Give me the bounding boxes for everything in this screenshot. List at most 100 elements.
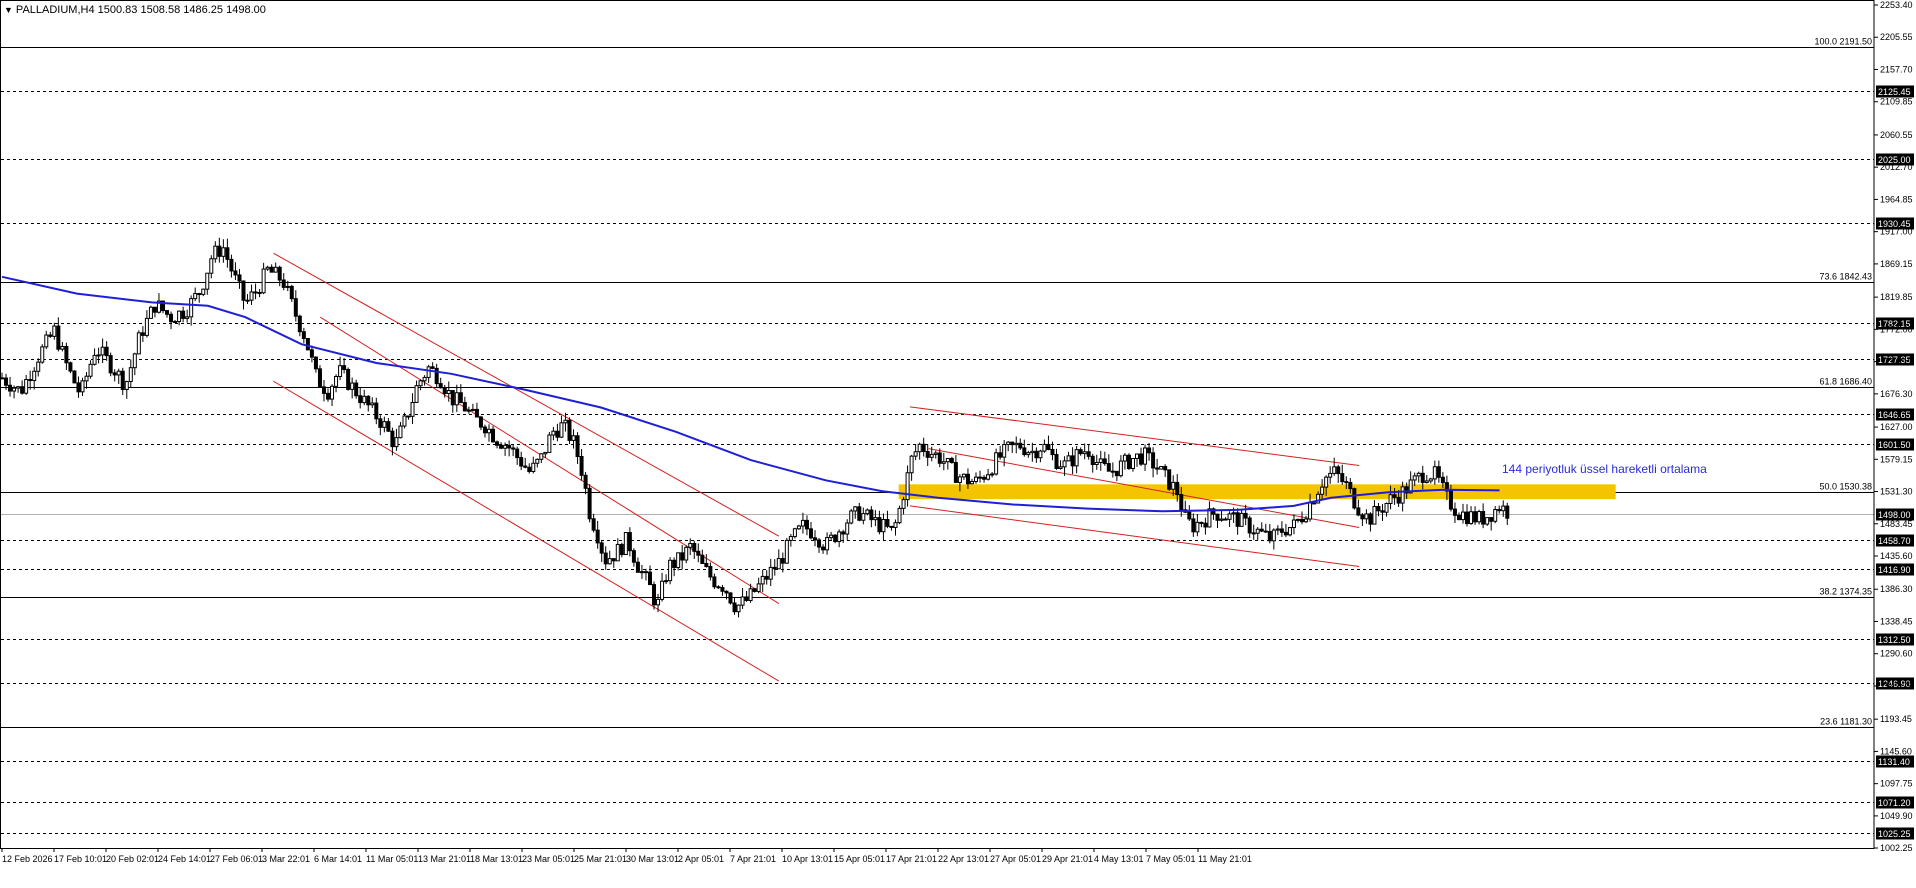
candle-371 bbox=[1493, 506, 1498, 524]
y-tick-label-7: 1917.00 bbox=[1880, 227, 1913, 237]
candle-9 bbox=[36, 358, 41, 377]
candle-341 bbox=[1372, 500, 1377, 525]
candle-185 bbox=[744, 590, 749, 602]
candle-330 bbox=[1328, 466, 1333, 484]
candle-368 bbox=[1481, 503, 1486, 529]
candle-314 bbox=[1263, 523, 1268, 533]
candle-175 bbox=[704, 554, 709, 568]
candle-154 bbox=[619, 542, 624, 558]
candle-5 bbox=[20, 380, 25, 395]
candle-90 bbox=[362, 389, 367, 406]
candle-64 bbox=[257, 289, 262, 298]
candle-259 bbox=[1042, 439, 1047, 453]
candle-136 bbox=[547, 432, 552, 453]
candle-250 bbox=[1006, 441, 1011, 452]
candle-15 bbox=[60, 342, 65, 352]
channel-line-3 bbox=[909, 406, 1360, 466]
candle-316 bbox=[1271, 528, 1276, 550]
candle-200 bbox=[804, 515, 809, 536]
candle-364 bbox=[1465, 504, 1470, 527]
candle-57 bbox=[229, 254, 234, 278]
candle-258 bbox=[1038, 449, 1043, 463]
candle-73 bbox=[293, 290, 298, 322]
candle-172 bbox=[692, 540, 697, 559]
candle-276 bbox=[1110, 462, 1115, 478]
candle-4 bbox=[16, 385, 21, 393]
candle-356 bbox=[1432, 460, 1437, 485]
candle-313 bbox=[1259, 522, 1264, 533]
candle-269 bbox=[1082, 443, 1087, 460]
candle-332 bbox=[1336, 464, 1341, 483]
candle-72 bbox=[289, 284, 294, 302]
candle-147 bbox=[591, 513, 596, 533]
level-label-10: 1312.50 bbox=[1878, 635, 1911, 645]
candle-198 bbox=[796, 524, 801, 530]
fib-label-3: 50.0 1530.38 bbox=[1819, 482, 1872, 492]
candle-370 bbox=[1489, 517, 1494, 531]
candle-361 bbox=[1452, 502, 1457, 524]
candle-333 bbox=[1340, 464, 1345, 485]
candle-374 bbox=[1505, 502, 1510, 525]
candle-182 bbox=[732, 597, 737, 615]
candle-199 bbox=[800, 512, 805, 534]
candle-176 bbox=[708, 562, 713, 581]
candle-212 bbox=[853, 506, 858, 519]
y-tick-label-8: 1869.15 bbox=[1880, 259, 1913, 269]
candle-50 bbox=[201, 288, 206, 297]
candle-138 bbox=[555, 423, 560, 442]
candle-54 bbox=[217, 237, 222, 263]
y-tick-label-12: 1676.30 bbox=[1880, 389, 1913, 399]
x-tick-label-17: 17 Apr 21:01 bbox=[886, 854, 937, 864]
channel-line-2 bbox=[319, 316, 780, 605]
candle-121 bbox=[487, 424, 492, 442]
candle-67 bbox=[269, 264, 274, 273]
y-tick-label-19: 1338.45 bbox=[1880, 616, 1913, 626]
x-tick-label-18: 22 Apr 13:01 bbox=[938, 854, 989, 864]
price-chart[interactable]: 100.0 2191.50 73.6 1842.43 61.8 1686.40 50.… bbox=[0, 0, 1916, 888]
candle-157 bbox=[631, 548, 636, 567]
candle-300 bbox=[1207, 501, 1212, 528]
candle-126 bbox=[507, 440, 512, 457]
candle-336 bbox=[1352, 487, 1357, 510]
channel-line-1 bbox=[273, 380, 780, 682]
candle-241 bbox=[969, 478, 974, 485]
fib-label-0: 100.0 2191.50 bbox=[1814, 37, 1872, 47]
candle-75 bbox=[301, 327, 306, 344]
candle-105 bbox=[422, 375, 427, 386]
candle-352 bbox=[1416, 471, 1421, 483]
candle-267 bbox=[1074, 446, 1079, 474]
candle-112 bbox=[450, 390, 455, 413]
candle-164 bbox=[660, 572, 665, 602]
candle-256 bbox=[1030, 442, 1035, 462]
x-tick-label-5: 3 Mar 22:01 bbox=[262, 854, 310, 864]
candle-103 bbox=[414, 380, 419, 403]
level-label-8: 1458.70 bbox=[1878, 536, 1911, 546]
candle-137 bbox=[551, 427, 556, 441]
candle-363 bbox=[1461, 503, 1466, 524]
x-tick-label-19: 27 Apr 05:01 bbox=[990, 854, 1041, 864]
level-label-5: 1646.65 bbox=[1878, 410, 1911, 420]
level-label-14: 1025.25 bbox=[1878, 829, 1911, 839]
candle-36 bbox=[144, 310, 149, 338]
y-tick-label-6: 1964.85 bbox=[1880, 194, 1913, 204]
candle-277 bbox=[1114, 470, 1119, 482]
candle-247 bbox=[994, 448, 999, 476]
candle-319 bbox=[1283, 523, 1288, 538]
candle-23 bbox=[92, 348, 97, 366]
candle-34 bbox=[136, 330, 141, 355]
candle-56 bbox=[225, 238, 230, 268]
candle-29 bbox=[116, 368, 121, 384]
candle-123 bbox=[495, 440, 500, 449]
fib-label-4: 38.2 1374.35 bbox=[1819, 587, 1872, 597]
candle-298 bbox=[1199, 521, 1204, 528]
candle-27 bbox=[108, 352, 113, 377]
y-tick-label-26: 1002.25 bbox=[1880, 843, 1913, 853]
candle-338 bbox=[1360, 513, 1365, 527]
candle-304 bbox=[1223, 517, 1228, 521]
candle-63 bbox=[253, 283, 258, 300]
level-label-9: 1416.90 bbox=[1878, 565, 1911, 575]
candle-245 bbox=[986, 468, 991, 481]
candle-91 bbox=[366, 395, 371, 412]
candle-145 bbox=[583, 472, 588, 495]
candle-132 bbox=[531, 456, 536, 474]
